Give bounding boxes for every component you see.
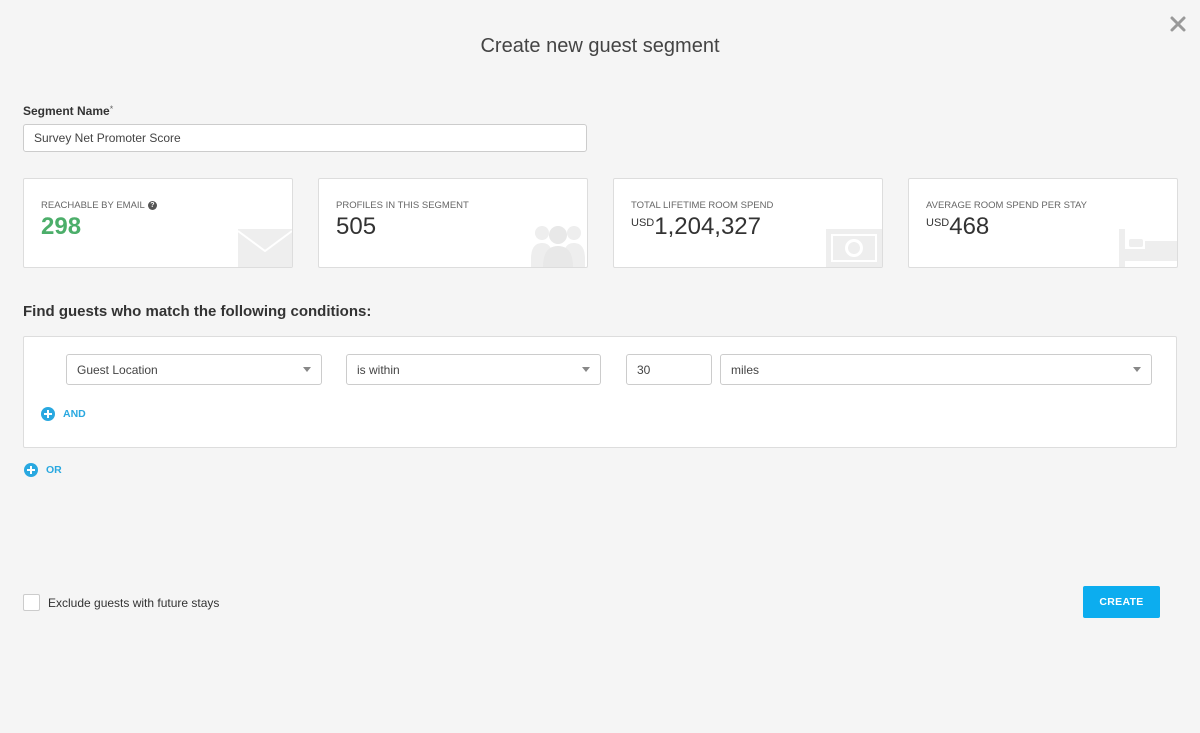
bed-icon [1119, 229, 1177, 267]
envelope-icon [238, 229, 292, 267]
create-button[interactable]: CREATE [1083, 586, 1160, 618]
people-icon [531, 226, 585, 267]
operator-select[interactable]: is within [346, 354, 601, 385]
stat-card-avg-spend: Average Room Spend per Stay USD468 [908, 178, 1178, 268]
help-icon[interactable]: ? [147, 201, 157, 210]
stat-value: USD468 [926, 213, 990, 240]
stat-label: Total Lifetime Room Spend [631, 200, 774, 211]
chevron-down-icon [303, 367, 311, 372]
stat-label: Reachable by Email [41, 200, 145, 211]
chevron-down-icon [1133, 367, 1141, 372]
chevron-down-icon [582, 367, 590, 372]
conditions-heading: Find guests who match the following cond… [23, 303, 372, 320]
required-mark: * [109, 104, 114, 114]
add-and-condition-button[interactable]: AND [41, 407, 86, 421]
stat-value: 505 [336, 213, 377, 240]
field-select[interactable]: Guest Location [66, 354, 322, 385]
stat-card-reachable: Reachable by Email ? 298 [23, 178, 293, 268]
conditions-group: Guest Location is within 30 miles AND [23, 336, 1177, 448]
add-or-group-button[interactable]: OR [24, 463, 62, 477]
stat-value: 298 [41, 213, 82, 240]
exclude-checkbox[interactable] [23, 594, 40, 611]
stat-label: Profiles in this Segment [336, 200, 469, 211]
exclude-label: Exclude guests with future stays [48, 595, 220, 610]
plus-circle-icon [41, 407, 55, 421]
exclude-future-stays[interactable]: Exclude guests with future stays [23, 594, 219, 611]
currency-label: USD [926, 217, 950, 229]
currency-label: USD [631, 217, 655, 229]
dialog-title: Create new guest segment [480, 35, 720, 57]
segment-name-label: Segment Name* [23, 104, 114, 118]
segment-name-input[interactable] [23, 124, 587, 152]
stat-label: Average Room Spend per Stay [926, 200, 1088, 211]
plus-circle-icon [24, 463, 38, 477]
distance-input[interactable]: 30 [626, 354, 712, 385]
stat-card-lifetime-spend: Total Lifetime Room Spend USD1,204,327 [613, 178, 883, 268]
stat-value: USD1,204,327 [631, 213, 762, 240]
close-icon[interactable] [1168, 14, 1188, 34]
banknote-icon [826, 229, 882, 267]
stat-card-profiles: Profiles in this Segment 505 [318, 178, 588, 268]
unit-select[interactable]: miles [720, 354, 1152, 385]
